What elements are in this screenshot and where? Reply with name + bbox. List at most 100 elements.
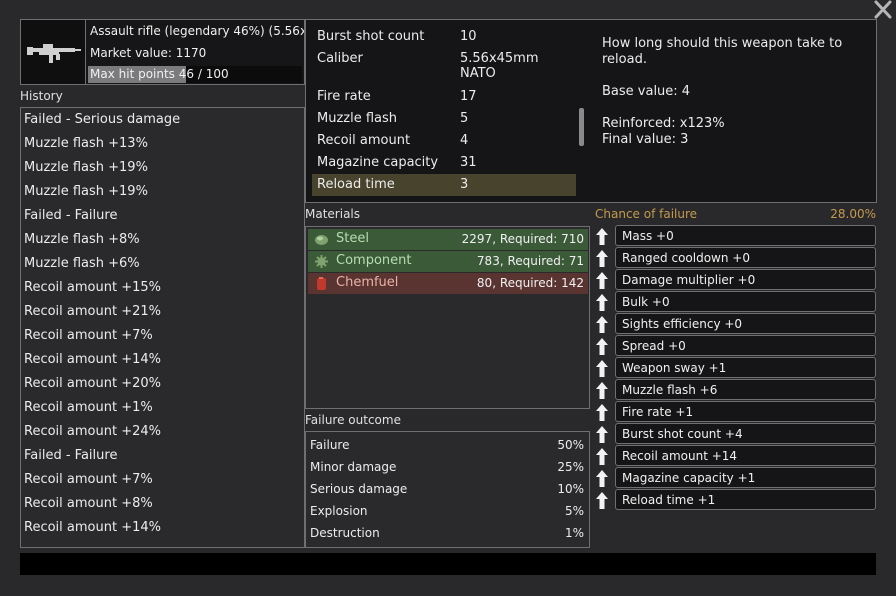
upgrade-arrow-icon[interactable]: [595, 447, 609, 466]
stat-label: Burst shot count: [317, 29, 425, 44]
failure-label: Destruction: [310, 526, 380, 540]
upgrade-arrow-icon[interactable]: [595, 425, 609, 444]
stats-list[interactable]: Burst shot count 10 Caliber 5.56x45mm NATO F…: [312, 26, 576, 196]
history-item: Muzzle flash +6%: [24, 256, 140, 271]
materials-label: Materials: [305, 207, 361, 221]
material-name: Chemfuel: [336, 275, 399, 290]
bottom-bar: [20, 553, 876, 575]
stats-scrollbar[interactable]: [579, 108, 584, 146]
stat-value: 31: [460, 155, 477, 170]
hit-points-bar: Max hit points 46 / 100: [88, 66, 302, 83]
weapon-info: Assault rifle (legendary 46%) (5.56x45mm…: [86, 19, 305, 85]
stat-row[interactable]: Caliber 5.56x45mm NATO: [312, 48, 576, 86]
steel-icon: [314, 232, 329, 247]
upgrade-label: Sights efficiency +0: [615, 313, 876, 334]
stat-row[interactable]: Reload time 3: [312, 174, 576, 196]
stat-label: Fire rate: [317, 89, 371, 104]
upgrade-arrow-icon[interactable]: [595, 359, 609, 378]
upgrade-row: Spread +0: [593, 335, 877, 357]
history-item: Recoil amount +21%: [24, 304, 161, 319]
history-item: Recoil amount +20%: [24, 376, 161, 391]
failure-row: Minor damage 25%: [306, 454, 589, 476]
upgrade-row: Fire rate +1: [593, 401, 877, 423]
history-item: Failed - Serious damage: [24, 112, 181, 127]
stat-row[interactable]: Fire rate 17: [312, 86, 576, 108]
upgrade-label: Bulk +0: [615, 291, 876, 312]
upgrade-arrow-icon[interactable]: [595, 381, 609, 400]
stat-label: Recoil amount: [317, 133, 411, 148]
upgrade-arrow-icon[interactable]: [595, 271, 609, 290]
upgrade-label: Muzzle flash +6: [615, 379, 876, 400]
stat-value: 17: [460, 89, 477, 104]
history-label: History: [20, 89, 63, 103]
base-value: Base value: 4: [602, 84, 691, 99]
description-text: How long should this weapon take to relo…: [602, 36, 843, 67]
stats-panel: Burst shot count 10 Caliber 5.56x45mm NATO F…: [305, 19, 877, 203]
upgrade-arrow-icon[interactable]: [595, 249, 609, 268]
weapon-thumbnail: [20, 19, 86, 85]
stat-value: 5.56x45mm NATO: [460, 51, 539, 81]
upgrade-arrow-icon[interactable]: [595, 491, 609, 510]
failure-outcome-label: Failure outcome: [305, 413, 401, 427]
final-value: Final value: 3: [602, 132, 689, 147]
upgrade-row: Reload time +1: [593, 489, 877, 511]
history-item: Failed - Failure: [24, 448, 118, 463]
failure-value: 10%: [557, 482, 584, 496]
stat-row[interactable]: Recoil amount 4: [312, 130, 576, 152]
upgrade-arrow-icon[interactable]: [595, 227, 609, 246]
stat-row[interactable]: Burst shot count 10: [312, 26, 576, 48]
history-item: Recoil amount +8%: [24, 496, 153, 511]
material-required: 2297, Required: 710: [461, 232, 584, 246]
upgrade-arrow-icon[interactable]: [595, 403, 609, 422]
stat-row[interactable]: Muzzle flash 5: [312, 108, 576, 130]
history-list[interactable]: Failed - Serious damage Muzzle flash +13%…: [20, 107, 305, 548]
close-icon[interactable]: [872, 0, 894, 20]
history-item: Muzzle flash +19%: [24, 184, 148, 199]
material-required: 783, Required: 71: [476, 254, 584, 268]
stat-row[interactable]: Magazine capacity 31: [312, 152, 576, 174]
history-item: Recoil amount +14%: [24, 520, 161, 535]
upgrade-label: Magazine capacity +1: [615, 467, 876, 488]
upgrade-arrow-icon[interactable]: [595, 315, 609, 334]
upgrade-row: Bulk +0: [593, 291, 877, 313]
upgrade-label: Ranged cooldown +0: [615, 247, 876, 268]
failure-label: Explosion: [310, 504, 368, 518]
upgrade-arrow-icon[interactable]: [595, 469, 609, 488]
stat-value: 5: [460, 111, 469, 126]
material-required: 80, Required: 142: [476, 276, 584, 290]
failure-value: 50%: [557, 438, 584, 452]
assault-rifle-icon: [27, 44, 81, 63]
upgrade-row: Magazine capacity +1: [593, 467, 877, 489]
failure-label: Serious damage: [310, 482, 408, 496]
failure-value: 5%: [564, 504, 584, 518]
material-row: Component 783, Required: 71: [308, 251, 588, 272]
upgrade-row: Recoil amount +14: [593, 445, 877, 467]
upgrade-row: Ranged cooldown +0: [593, 247, 877, 269]
stat-value: 4: [460, 133, 469, 148]
stat-label: Magazine capacity: [317, 155, 439, 170]
stat-label: Muzzle flash: [317, 111, 398, 126]
upgrade-row: Damage multiplier +0: [593, 269, 877, 291]
market-value: Market value: 1170: [90, 46, 207, 60]
failure-row: Destruction 1%: [306, 520, 589, 542]
history-item: Recoil amount +14%: [24, 352, 161, 367]
upgrade-label: Fire rate +1: [615, 401, 876, 422]
component-icon: [314, 254, 329, 269]
upgrade-label: Reload time +1: [615, 489, 876, 510]
material-row: Chemfuel 80, Required: 142: [308, 273, 588, 294]
chemfuel-icon: [314, 276, 329, 291]
stat-label: Caliber: [317, 51, 363, 66]
history-item: Muzzle flash +19%: [24, 160, 148, 175]
material-name: Component: [336, 253, 412, 268]
upgrade-arrow-icon[interactable]: [595, 337, 609, 356]
failure-label: Minor damage: [310, 460, 397, 474]
history-item: Recoil amount +7%: [24, 472, 153, 487]
failure-label: Failure: [310, 438, 350, 452]
upgrade-row: Muzzle flash +6: [593, 379, 877, 401]
material-row: Steel 2297, Required: 710: [308, 229, 588, 250]
upgrade-arrow-icon[interactable]: [595, 293, 609, 312]
failure-outcome-panel: Failure 50% Minor damage 25% Serious damage 1…: [305, 431, 590, 548]
upgrade-label: Recoil amount +14: [615, 445, 876, 466]
history-item: Muzzle flash +13%: [24, 136, 148, 151]
upgrade-label: Damage multiplier +0: [615, 269, 876, 290]
